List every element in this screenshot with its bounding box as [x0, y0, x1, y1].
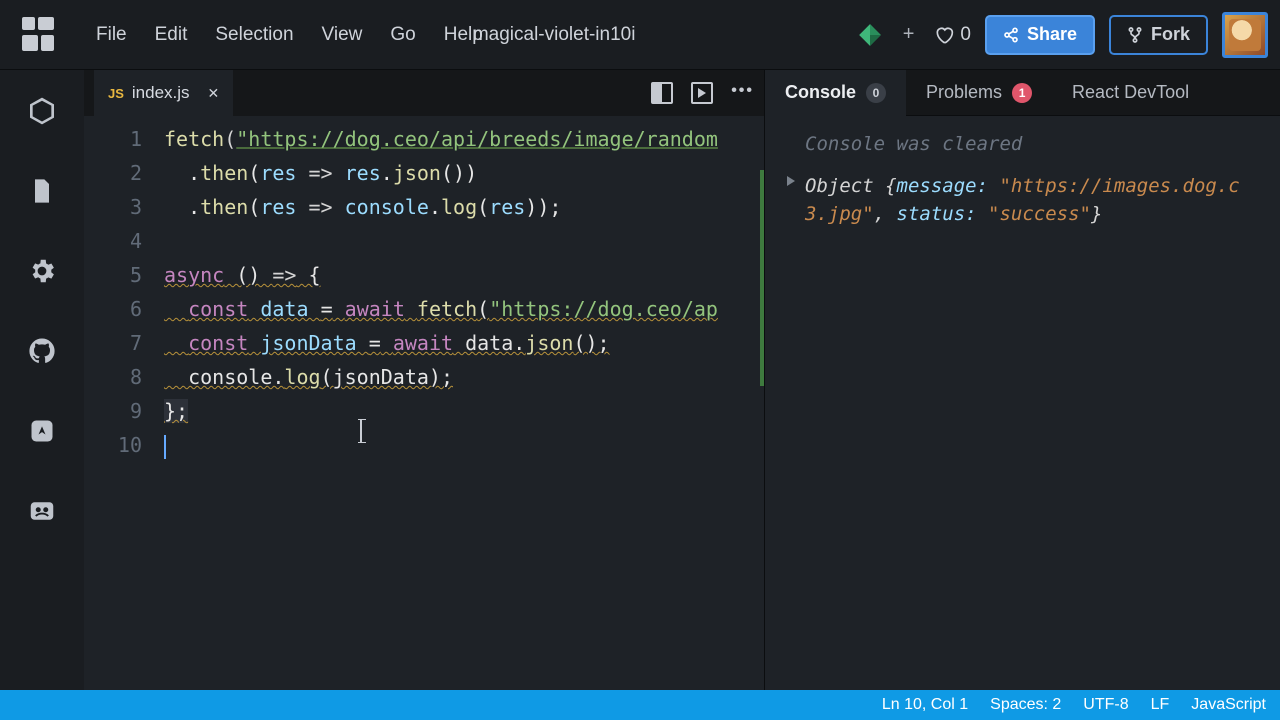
- indent-setting[interactable]: Spaces: 2: [990, 696, 1061, 714]
- user-avatar[interactable]: [1222, 12, 1268, 58]
- menu-selection[interactable]: Selection: [215, 24, 293, 46]
- explorer-icon[interactable]: [25, 94, 59, 128]
- close-tab-icon[interactable]: ✕: [208, 85, 220, 102]
- console-cleared-msg: Console was cleared: [805, 130, 1262, 158]
- eol[interactable]: LF: [1151, 696, 1170, 714]
- share-icon: [1003, 27, 1019, 43]
- language-mode[interactable]: JavaScript: [1191, 696, 1266, 714]
- cursor-position[interactable]: Ln 10, Col 1: [882, 696, 968, 714]
- tab-problems[interactable]: Problems 1: [906, 70, 1052, 116]
- main-menu: File Edit Selection View Go Help: [96, 24, 483, 46]
- menu-file[interactable]: File: [96, 24, 127, 46]
- likes-number: 0: [960, 24, 971, 46]
- console-log-object[interactable]: Object {message: "https://images.dog.c3.…: [805, 172, 1262, 228]
- problems-count-badge: 1: [1012, 83, 1032, 103]
- console-pane: Console 0 Problems 1 React DevTool Conso…: [764, 70, 1280, 690]
- live-icon[interactable]: [25, 494, 59, 528]
- sandbox-title[interactable]: magical-violet-in10i: [473, 24, 636, 46]
- run-icon[interactable]: [691, 82, 713, 104]
- share-label: Share: [1027, 24, 1077, 45]
- file-type-badge: JS: [108, 86, 124, 101]
- fork-label: Fork: [1151, 24, 1190, 45]
- menu-view[interactable]: View: [322, 24, 363, 46]
- workspace: JS index.js ✕ ••• 12345678910 fetch("htt…: [0, 70, 1280, 690]
- app-logo[interactable]: [22, 17, 58, 53]
- menu-go[interactable]: Go: [390, 24, 415, 46]
- editor-pane: JS index.js ✕ ••• 12345678910 fetch("htt…: [84, 70, 764, 690]
- top-bar: File Edit Selection View Go Help magical…: [0, 0, 1280, 70]
- file-name: index.js: [132, 83, 190, 103]
- editor-caret: [164, 435, 166, 459]
- fork-button[interactable]: Fork: [1109, 15, 1208, 55]
- file-icon[interactable]: [25, 174, 59, 208]
- settings-icon[interactable]: [25, 254, 59, 288]
- split-editor-icon[interactable]: [651, 82, 673, 104]
- menu-edit[interactable]: Edit: [155, 24, 188, 46]
- editor-actions: •••: [651, 82, 754, 104]
- code-content[interactable]: fetch("https://dog.ceo/api/breeds/image/…: [164, 122, 718, 462]
- tab-react-devtools[interactable]: React DevTool: [1052, 70, 1209, 116]
- more-icon[interactable]: •••: [731, 82, 754, 104]
- line-gutter: 12345678910: [84, 122, 164, 462]
- github-icon[interactable]: [25, 334, 59, 368]
- fork-icon: [1127, 27, 1143, 43]
- add-button[interactable]: +: [897, 23, 921, 46]
- heart-icon: [934, 25, 954, 45]
- code-editor[interactable]: 12345678910 fetch("https://dog.ceo/api/b…: [84, 116, 764, 462]
- status-bar: Ln 10, Col 1 Spaces: 2 UTF-8 LF JavaScri…: [0, 690, 1280, 720]
- editor-tabs: JS index.js ✕ •••: [84, 70, 764, 116]
- expand-arrow-icon[interactable]: [787, 176, 795, 186]
- file-tab-active[interactable]: JS index.js ✕: [94, 70, 233, 116]
- likes-count[interactable]: 0: [934, 24, 971, 46]
- tab-console[interactable]: Console 0: [765, 70, 906, 116]
- console-tabs: Console 0 Problems 1 React DevTool: [765, 70, 1280, 116]
- console-output[interactable]: Console was cleared Object {message: "ht…: [765, 116, 1280, 242]
- activity-bar: [0, 70, 84, 690]
- text-cursor-icon: [360, 420, 362, 442]
- share-button[interactable]: Share: [985, 15, 1095, 55]
- deploy-icon[interactable]: [25, 414, 59, 448]
- diff-indicator: [760, 170, 764, 386]
- sandbox-icon[interactable]: [857, 22, 883, 48]
- console-count-badge: 0: [866, 83, 886, 103]
- encoding[interactable]: UTF-8: [1083, 696, 1128, 714]
